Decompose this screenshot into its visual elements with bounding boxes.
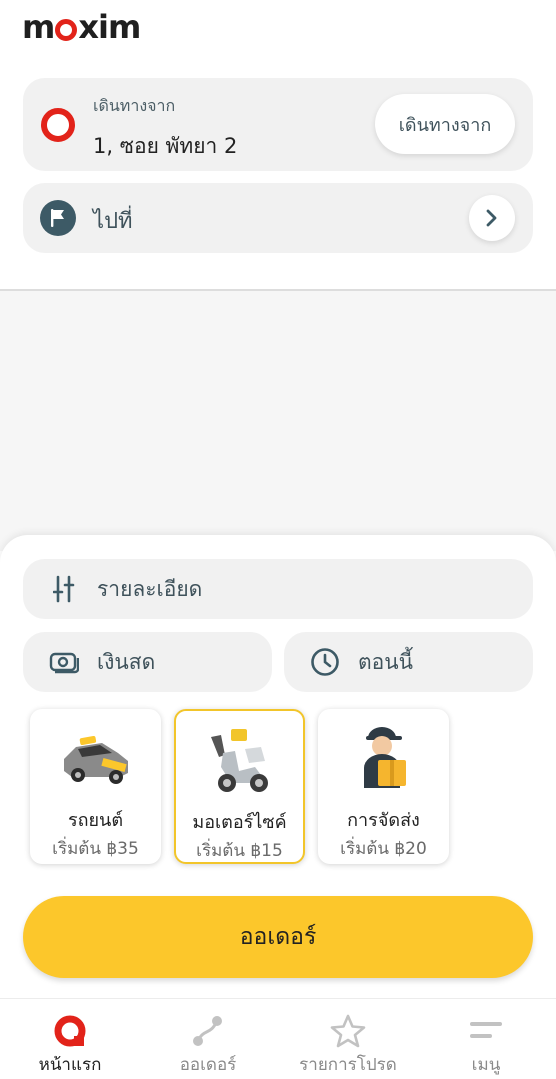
home-logo-icon [50,1013,90,1049]
nav-favorites[interactable]: รายการโปรด [290,999,406,1079]
pickup-pin-icon [41,108,75,142]
nav-menu[interactable]: เมนู [436,999,536,1079]
pickup-button[interactable]: เดินทางจาก [375,94,515,154]
service-price: เริ่มต้น ฿35 [52,839,139,859]
destination-label: ไปที่ [93,209,133,234]
nav-label: เมนู [471,1055,501,1075]
destination-card[interactable]: ไปที่ [23,183,533,253]
service-tile-car[interactable]: รถยนต์ เริ่มต้น ฿35 [30,709,161,864]
payment-label: เงินสด [97,649,156,674]
service-name: รถยนต์ [67,810,124,831]
pickup-label: เดินทางจาก [93,96,176,115]
courier-icon [318,719,449,799]
clock-icon [310,647,340,677]
bottom-nav: หน้าแรก ออเดอร์ รายการโปรด เมนู [0,998,556,1079]
logo-text-end: xim [78,8,141,46]
time-button[interactable]: ตอนนี้ [284,632,533,692]
map-area[interactable] [0,291,556,551]
service-name: มอเตอร์ไซค์ [192,812,287,833]
destination-chevron-button[interactable] [469,195,515,241]
service-price: เริ่มต้น ฿20 [340,839,427,859]
service-tile-delivery[interactable]: การจัดส่ง เริ่มต้น ฿20 [318,709,449,864]
maxim-logo: m xim [22,8,141,46]
star-icon [328,1013,368,1049]
service-tile-motorbike[interactable]: มอเตอร์ไซค์ เริ่มต้น ฿15 [174,709,305,864]
chevron-right-icon [486,209,497,227]
nav-orders[interactable]: ออเดอร์ [158,999,258,1079]
service-price: เริ่มต้น ฿15 [196,841,283,861]
flag-icon [40,200,76,236]
details-label: รายละเอียด [97,576,203,601]
cash-icon [49,647,79,677]
nav-label: หน้าแรก [38,1055,102,1075]
pickup-card[interactable]: เดินทางจาก 1, ซอย พัทยา 2 เดินทางจาก [23,78,533,171]
time-label: ตอนนี้ [358,649,413,674]
nav-home[interactable]: หน้าแรก [20,999,120,1079]
details-button[interactable]: รายละเอียด [23,559,533,619]
nav-label: ออเดอร์ [179,1055,237,1075]
route-icon [188,1013,228,1049]
logo-text-start: m [22,8,55,46]
order-button[interactable]: ออเดอร์ [23,896,533,978]
nav-label: รายการโปรด [299,1055,397,1075]
logo-ring [55,19,78,41]
service-name: การจัดส่ง [347,810,420,831]
sliders-icon [49,574,79,604]
payment-method-button[interactable]: เงินสด [23,632,272,692]
pickup-address[interactable]: 1, ซอย พัทยา 2 [93,130,237,163]
scooter-icon [176,721,303,801]
car-icon [30,719,161,799]
menu-icon [466,1013,506,1049]
